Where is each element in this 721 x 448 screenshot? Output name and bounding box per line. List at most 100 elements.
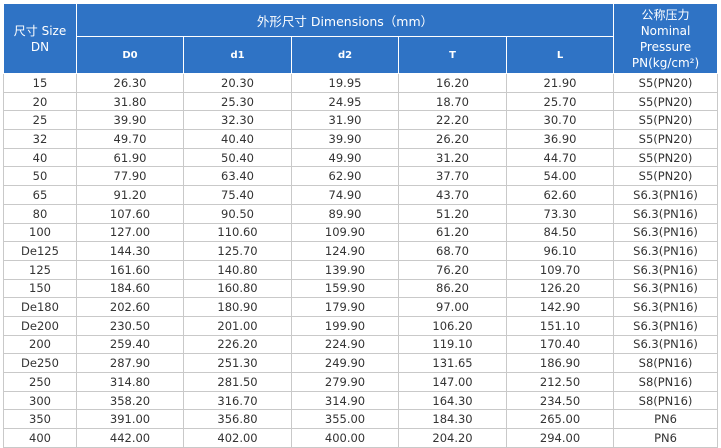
d2-cell: 199.90: [291, 315, 399, 336]
t-cell: 16.20: [398, 73, 507, 93]
table-row: De200 230.50 201.00 199.90 106.20 151.10 S6.3(…: [3, 315, 719, 336]
d2-cell: 74.90: [291, 185, 399, 205]
table-row: 350 391.00 356.80 355.00 184.30 265.00 PN6: [3, 409, 719, 430]
d0-cell: 107.60: [76, 203, 184, 224]
l-cell: 151.10: [505, 315, 615, 336]
t-cell: 86.20: [398, 278, 507, 299]
table-row: De125 144.30 125.70 124.90 68.70 96.10 S6.3(PN…: [3, 241, 719, 261]
t-cell: 68.70: [398, 241, 507, 261]
table-row: 40 61.90 50.40 49.90 31.20 44.70 S5(PN20): [3, 147, 719, 168]
d1-cell: 251.30: [183, 353, 292, 373]
size-cell: 350: [3, 409, 77, 430]
size-cell: 32: [3, 129, 77, 149]
t-cell: 18.70: [398, 91, 507, 112]
d2-cell: 355.00: [291, 409, 399, 430]
header-row-1: 尺寸 Size DN 外形尺寸 Dimensions（mm） 公称压力 Nomi…: [3, 3, 719, 74]
d0-cell: 127.00: [76, 222, 184, 243]
size-cell: 50: [3, 166, 77, 187]
d2-cell: 314.90: [291, 390, 399, 411]
d0-cell: 442.00: [76, 428, 184, 448]
l-cell: 294.00: [505, 428, 615, 448]
d0-cell: 358.20: [76, 390, 184, 411]
table-row: 15 26.30 20.30 19.95 16.20 21.90 S5(PN20): [3, 73, 719, 93]
table-row: 400 442.00 402.00 400.00 204.20 294.00 PN6: [3, 428, 719, 448]
l-cell: 109.70: [505, 259, 615, 280]
d2-cell: 124.90: [291, 241, 399, 261]
d2-cell: 279.90: [291, 372, 399, 392]
d2-cell: 31.90: [291, 110, 399, 131]
d0-cell: 144.30: [76, 241, 184, 261]
size-cell: De125: [3, 241, 77, 261]
t-cell: 43.70: [398, 185, 507, 205]
size-cell: 150: [3, 278, 77, 299]
pressure-cell: S6.3(PN16): [613, 315, 719, 336]
d0-cell: 230.50: [76, 315, 184, 336]
d0-cell: 287.90: [76, 353, 184, 373]
size-cell: 40: [3, 147, 77, 168]
t-cell: 164.30: [398, 390, 507, 411]
table-row: 250 314.80 281.50 279.90 147.00 212.50 S8(PN16…: [3, 372, 719, 392]
t-cell: 37.70: [398, 166, 507, 187]
size-cell: 15: [3, 73, 77, 93]
d2-cell: 159.90: [291, 278, 399, 299]
size-cell: De200: [3, 315, 77, 336]
t-cell: 51.20: [398, 203, 507, 224]
table-row: 150 184.60 160.80 159.90 86.20 126.20 S6.3(PN1…: [3, 278, 719, 299]
d0-cell: 39.90: [76, 110, 184, 131]
pressure-header: 公称压力 Nominal Pressure PN(kg/cm²): [613, 3, 719, 74]
pressure-cell: S8(PN16): [613, 353, 719, 373]
dimensions-table: 尺寸 Size DN 外形尺寸 Dimensions（mm） 公称压力 Nomi…: [3, 3, 719, 448]
table-row: 65 91.20 75.40 74.90 43.70 62.60 S6.3(PN16): [3, 185, 719, 205]
d1-cell: 402.00: [183, 428, 292, 448]
table-row: 20 31.80 25.30 24.95 18.70 25.70 S5(PN20): [3, 91, 719, 112]
d0-cell: 77.90: [76, 166, 184, 187]
size-cell: De250: [3, 353, 77, 373]
column-header-d1: d1: [183, 36, 292, 74]
d2-cell: 179.90: [291, 297, 399, 317]
pressure-cell: S6.3(PN16): [613, 334, 719, 355]
table-row: 32 49.70 40.40 39.90 26.20 36.90 S5(PN20): [3, 129, 719, 149]
d2-cell: 39.90: [291, 129, 399, 149]
size-cell: 80: [3, 203, 77, 224]
d2-cell: 249.90: [291, 353, 399, 373]
dimensions-header: 外形尺寸 Dimensions（mm）: [75, 3, 615, 37]
d1-cell: 90.50: [183, 203, 292, 224]
t-cell: 61.20: [398, 222, 507, 243]
d1-cell: 20.30: [183, 73, 292, 93]
l-cell: 96.10: [505, 241, 615, 261]
d0-cell: 91.20: [76, 185, 184, 205]
size-header-line1: 尺寸 Size: [13, 23, 67, 38]
d1-cell: 110.60: [183, 222, 292, 243]
table-row: De250 287.90 251.30 249.90 131.65 186.90 S8(PN…: [3, 353, 719, 373]
table-row: 300 358.20 316.70 314.90 164.30 234.50 S8(PN16…: [3, 390, 719, 411]
pressure-cell: S8(PN16): [613, 390, 719, 411]
d0-cell: 184.60: [76, 278, 184, 299]
size-cell: 25: [3, 110, 77, 131]
t-cell: 119.10: [398, 334, 507, 355]
t-cell: 204.20: [398, 428, 507, 448]
table-row: 50 77.90 63.40 62.90 37.70 54.00 S5(PN20): [3, 166, 719, 187]
d2-cell: 24.95: [291, 91, 399, 112]
t-cell: 31.20: [398, 147, 507, 168]
pressure-cell: S6.3(PN16): [613, 259, 719, 280]
d0-cell: 259.40: [76, 334, 184, 355]
d1-cell: 32.30: [183, 110, 292, 131]
t-cell: 76.20: [398, 259, 507, 280]
table-row: 125 161.60 140.80 139.90 76.20 109.70 S6.3(PN1…: [3, 259, 719, 280]
pressure-cell: S6.3(PN16): [613, 203, 719, 224]
d1-cell: 50.40: [183, 147, 292, 168]
d2-cell: 49.90: [291, 147, 399, 168]
d1-cell: 160.80: [183, 278, 292, 299]
d1-cell: 140.80: [183, 259, 292, 280]
table-body: 15 26.30 20.30 19.95 16.20 21.90 S5(PN20) 20 31.…: [3, 73, 719, 448]
pressure-header-line3: PN(kg/cm²): [631, 55, 700, 70]
d2-cell: 224.90: [291, 334, 399, 355]
d0-cell: 31.80: [76, 91, 184, 112]
t-cell: 184.30: [398, 409, 507, 430]
column-header-t: T: [398, 36, 507, 74]
pressure-cell: S8(PN16): [613, 372, 719, 392]
l-cell: 265.00: [505, 409, 615, 430]
pressure-cell: S5(PN20): [613, 166, 719, 187]
size-cell: 250: [3, 372, 77, 392]
l-cell: 62.60: [505, 185, 615, 205]
